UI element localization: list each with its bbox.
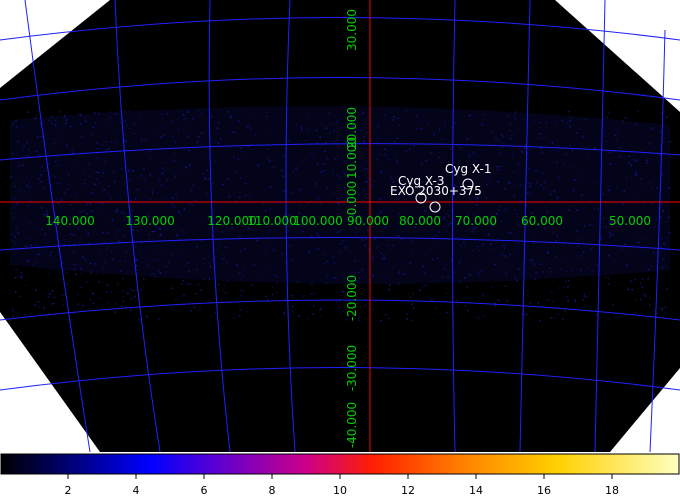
latitude-label: -30.000 <box>345 345 359 391</box>
colorbar-tick-label: 14 <box>469 484 483 497</box>
source-label: Cyg X-1 <box>445 162 492 176</box>
colorbar-tick-label: 10 <box>333 484 347 497</box>
latitude-label: 10.000 <box>345 137 359 179</box>
colorbar: 2 4 6 8 10 12 14 16 18 <box>0 452 680 499</box>
colorbar-tick-label: 18 <box>605 484 619 497</box>
colorbar-tick-label: 2 <box>65 484 72 497</box>
latitude-label: -20.000 <box>345 275 359 321</box>
longitude-label: 50.000 <box>609 214 651 228</box>
latitude-label: -40.000 <box>345 402 359 448</box>
colorbar-tick-label: 16 <box>537 484 551 497</box>
longitude-label: 60.000 <box>521 214 563 228</box>
sky-map: 140.000 130.000 120.000110.000100.000 90.00… <box>0 0 680 452</box>
colorbar-tick-label: 4 <box>133 484 140 497</box>
longitude-label: 80.000 <box>399 214 441 228</box>
colorbar-tick-label: 12 <box>401 484 415 497</box>
latitude-label: 0.000 <box>345 181 359 215</box>
colorbar-gradient <box>0 453 680 475</box>
longitude-label: 130.000 <box>125 214 175 228</box>
longitude-label: 100.000 <box>293 214 343 228</box>
longitude-label: 110.000 <box>247 214 297 228</box>
latitude-label: 30.000 <box>345 9 359 51</box>
colorbar-tick-label: 8 <box>269 484 276 497</box>
colorbar-tick-label: 6 <box>201 484 208 497</box>
source-label: EXO 2030+375 <box>390 184 482 198</box>
longitude-label: 70.000 <box>455 214 497 228</box>
longitude-label: 140.000 <box>45 214 95 228</box>
